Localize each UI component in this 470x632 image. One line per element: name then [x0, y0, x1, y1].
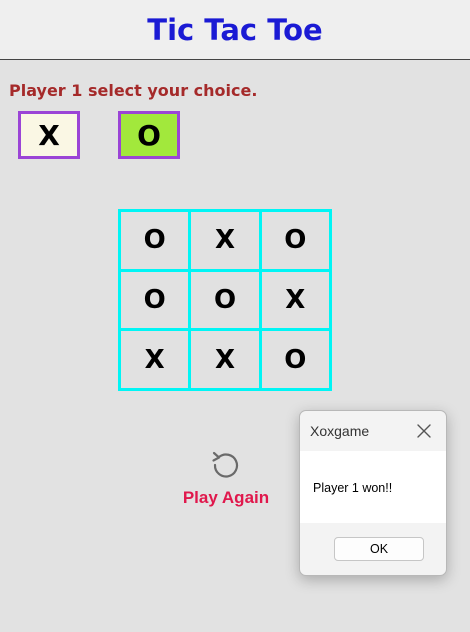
result-dialog: Xoxgame Player 1 won!! OK — [299, 410, 447, 576]
board-cell-7[interactable]: X — [121, 331, 189, 388]
header-bar: Tic Tac Toe — [0, 0, 470, 60]
board-cell-2[interactable]: X — [191, 212, 259, 269]
board-cell-1[interactable]: O — [121, 212, 189, 269]
board-cell-4[interactable]: O — [121, 271, 189, 329]
choice-x-button[interactable]: X — [18, 111, 80, 159]
dialog-message: Player 1 won!! — [313, 481, 393, 495]
board-cell-3[interactable]: O — [261, 212, 329, 269]
ok-button[interactable]: OK — [334, 537, 424, 561]
board-cell-8[interactable]: X — [191, 331, 259, 388]
dialog-title: Xoxgame — [310, 423, 370, 439]
close-icon[interactable] — [414, 421, 434, 441]
game-board: O X O O O X X X O — [118, 209, 332, 391]
dialog-body: Player 1 won!! — [300, 451, 446, 523]
refresh-icon[interactable] — [209, 448, 243, 482]
choice-o-button[interactable]: O — [118, 111, 180, 159]
play-again-button[interactable]: Play Again — [176, 448, 276, 508]
player-prompt: Player 1 select your choice. — [9, 81, 258, 100]
board-cell-6[interactable]: X — [261, 271, 329, 329]
play-again-label[interactable]: Play Again — [176, 488, 276, 508]
board-cell-9[interactable]: O — [261, 331, 329, 388]
board-cell-5[interactable]: O — [191, 271, 259, 329]
page-title: Tic Tac Toe — [147, 12, 323, 47]
